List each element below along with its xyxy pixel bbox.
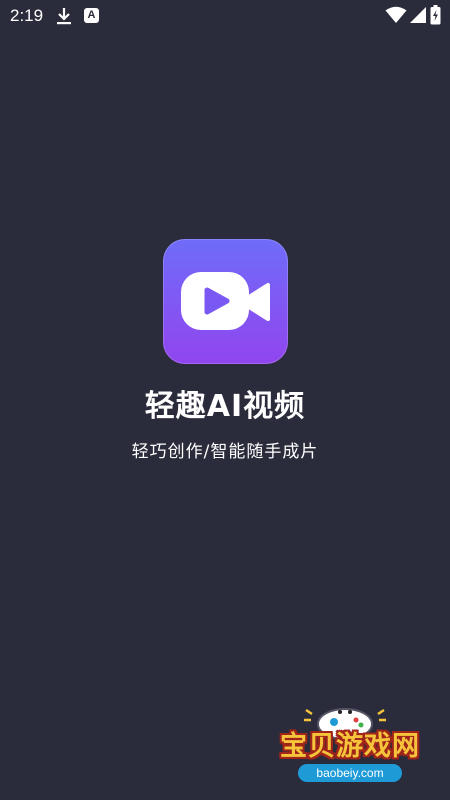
wifi-icon — [385, 6, 407, 23]
app-slogan: 轻巧创作/智能随手成片 — [131, 442, 319, 462]
app-logo — [163, 239, 288, 364]
signal-icon — [410, 7, 426, 23]
download-icon — [57, 8, 71, 25]
watermark-title: 宝贝游戏网 — [280, 731, 420, 762]
a-badge-icon: A — [84, 8, 99, 23]
splash-screen: 2:19 A 轻趣AI视频 轻巧创作/智能随手成片 宝贝游戏网 baobeiy.… — [0, 0, 450, 800]
watermark-domain: baobeiy.com — [298, 764, 402, 782]
video-camera-play-icon — [181, 272, 270, 330]
status-time: 2:19 — [10, 6, 44, 25]
watermark: 宝贝游戏网 baobeiy.com — [270, 700, 450, 795]
status-bar: 2:19 A — [0, 0, 450, 32]
battery-icon — [430, 5, 441, 25]
app-title: 轻趣AI视频 — [144, 389, 306, 424]
